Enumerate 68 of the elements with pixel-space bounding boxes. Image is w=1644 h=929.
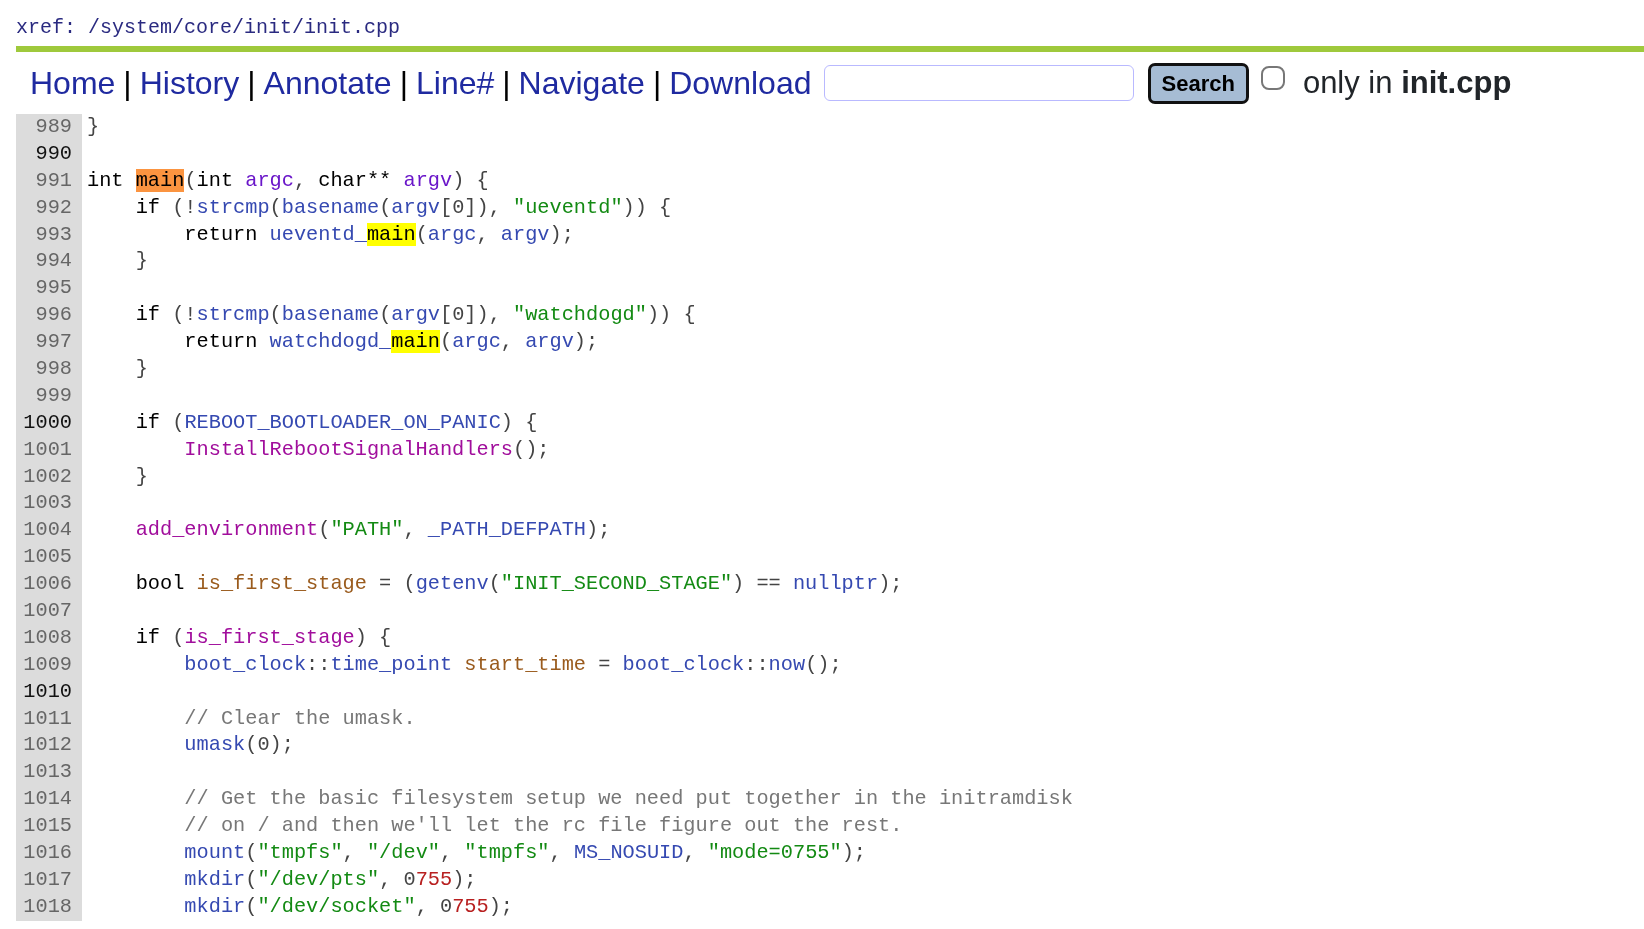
nav-separator: | <box>399 64 408 103</box>
line-number[interactable]: 1012 <box>16 732 82 760</box>
code-line: if (REBOOT_BOOTLOADER_ON_PANIC) { <box>134 409 538 436</box>
code-line: mkdir("/dev/pts", 0755); <box>183 866 477 893</box>
code-line: // on / and then we'll let the rc file figure out the rest. <box>183 813 903 840</box>
code-line: if (!strcmp(basename(argv[0]), "ueventd")) { <box>134 194 672 221</box>
line-number[interactable]: 990 <box>16 140 82 168</box>
line-number[interactable]: 1016 <box>16 840 82 867</box>
line-number[interactable]: 1007 <box>16 598 82 625</box>
code-line: InstallRebootSignalHandlers(); <box>183 436 550 463</box>
line-number[interactable]: 1010 <box>16 678 82 706</box>
code-line: } <box>134 248 148 275</box>
code-line: bool is_first_stage = (getenv("INIT_SECOND_STAGE") == nullptr); <box>134 571 903 598</box>
line-number[interactable]: 1017 <box>16 866 82 894</box>
line-number[interactable]: 1002 <box>16 463 82 491</box>
code-line: add_environment("PATH", _PATH_DEFPATH); <box>134 517 611 544</box>
nav-separator: | <box>247 64 256 103</box>
search-field[interactable] <box>823 65 1134 101</box>
code-line: return ueventd_main(argc, argv); <box>183 221 574 248</box>
code-line: umask(0); <box>183 732 294 759</box>
line-number[interactable]: 1000 <box>16 409 82 437</box>
code-line: // Get the basic filesystem setup we need put together in the initramdisk <box>183 786 1073 813</box>
line-number[interactable]: 1018 <box>16 893 82 921</box>
search-button[interactable]: Search <box>1147 62 1249 104</box>
code-line: mount("tmpfs", "/dev", "tmpfs", MS_NOSUID, "mode=0755"); <box>183 840 866 867</box>
nav-link-item[interactable]: Download <box>669 59 812 107</box>
line-number[interactable]: 1015 <box>16 813 82 841</box>
nav-link-item[interactable]: History <box>139 59 240 107</box>
code-line: if (is_first_stage) { <box>134 624 392 651</box>
line-number[interactable]: 1008 <box>16 624 82 652</box>
line-number[interactable]: 1011 <box>16 705 82 733</box>
nav-separator: | <box>502 64 511 103</box>
line-number[interactable]: 992 <box>16 194 82 222</box>
line-number[interactable]: 996 <box>16 302 82 330</box>
line-number[interactable]: 1009 <box>16 651 82 679</box>
line-number[interactable]: 991 <box>16 167 82 195</box>
nav-separator: | <box>123 64 132 103</box>
line-number[interactable]: 1003 <box>16 490 82 518</box>
line-number[interactable]: 1005 <box>16 544 82 572</box>
nav-link-item[interactable]: Home <box>30 59 116 107</box>
line-number[interactable]: 989 <box>16 114 82 141</box>
code-line: boot_clock::time_point start_time = boot_clock::now(); <box>183 651 842 678</box>
nav-link-item[interactable]: Annotate <box>263 59 392 107</box>
line-number[interactable]: 1001 <box>16 436 82 464</box>
code-line: } <box>134 356 148 382</box>
line-number[interactable]: 1014 <box>16 786 82 814</box>
nav-link-item[interactable]: Navigate <box>518 59 645 107</box>
line-number[interactable]: 993 <box>16 221 82 249</box>
code-line: // Clear the umask. <box>183 705 416 732</box>
nav-separator: | <box>652 64 662 103</box>
code-line: return watchdogd_main(argc, argv); <box>183 329 599 356</box>
line-number[interactable]: 998 <box>16 356 82 383</box>
line-number[interactable]: 1004 <box>16 517 82 545</box>
only-in-label: only in init.cpp <box>1302 63 1512 102</box>
line-number[interactable]: 995 <box>16 275 82 303</box>
line-number[interactable]: 1006 <box>16 571 82 599</box>
code-line: } <box>134 463 148 490</box>
only-in-checkbox[interactable] <box>1260 66 1285 90</box>
line-number[interactable]: 997 <box>16 329 82 356</box>
code-line: if (!strcmp(basename(argv[0]), "watchdogd")) { <box>134 302 696 329</box>
code-line: } <box>86 114 100 140</box>
breadcrumb-path: xref: /system/core/init/init.cpp <box>15 15 402 41</box>
nav-link-item[interactable]: Line# <box>415 59 495 107</box>
code-line: int main(int argc, char** argv) { <box>86 167 489 194</box>
line-number[interactable]: 999 <box>16 382 82 410</box>
code-line: mkdir("/dev/socket", 0755); <box>183 893 513 920</box>
line-number[interactable]: 1013 <box>16 759 82 787</box>
line-number[interactable]: 994 <box>16 248 82 276</box>
